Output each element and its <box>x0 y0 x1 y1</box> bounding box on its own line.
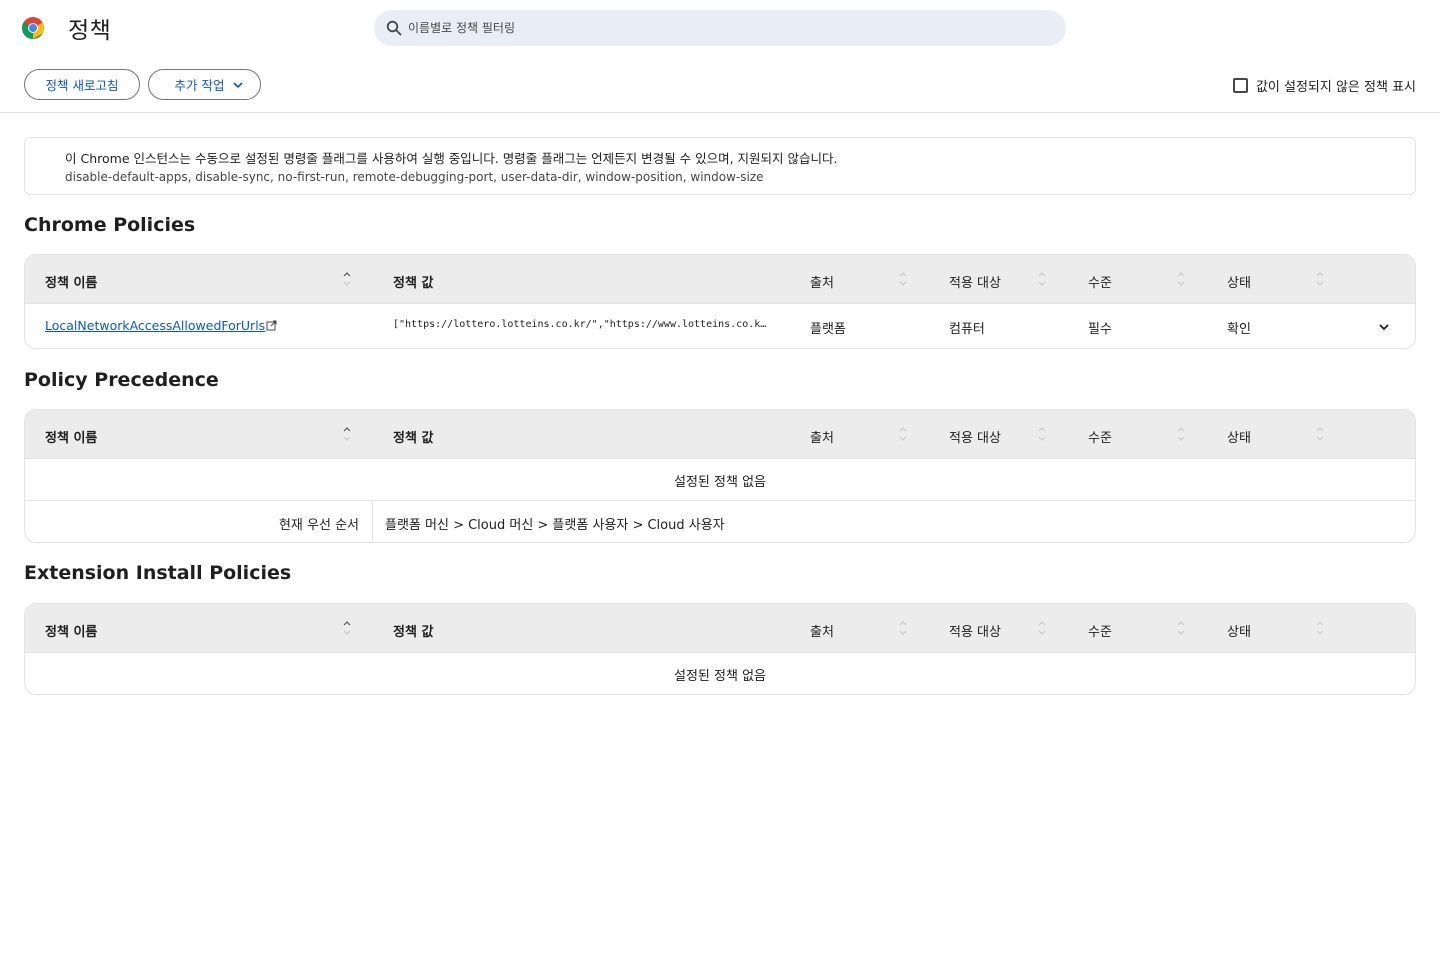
column-header-value: 정책 값 <box>393 625 434 640</box>
policy-value-cell: ["https://lottero.lotteins.co.kr/","http… <box>393 319 771 330</box>
empty-row: 설정된 정책 없음 <box>25 459 1415 500</box>
policy-name-cell: LocalNetworkAccessAllowedForUrls <box>45 318 277 334</box>
policy-precedence-table: 정책 이름 정책 값 출처 적용 대상 수준 상태 설정된 정책 없음 현재 우… <box>24 409 1416 543</box>
show-unset-label: 값이 설정되지 않은 정책 표시 <box>1255 79 1416 95</box>
precedence-value: 플랫폼 머신 > Cloud 머신 > 플랫폼 사용자 > Cloud 사용자 <box>385 518 725 533</box>
policy-precedence-title: Policy Precedence <box>24 369 219 391</box>
no-policies-text: 설정된 정책 없음 <box>674 475 766 490</box>
extension-install-policies-title: Extension Install Policies <box>24 562 292 584</box>
column-header-status[interactable]: 상태 <box>1227 621 1251 640</box>
sort-icon[interactable] <box>1038 270 1046 288</box>
policy-source-cell: 플랫폼 <box>810 322 846 337</box>
policy-status-cell: 확인 <box>1227 322 1251 337</box>
reload-policies-label: 정책 새로고침 <box>45 78 119 93</box>
table-header: 정책 이름 정책 값 출처 적용 대상 수준 상태 <box>25 604 1415 653</box>
sort-icon[interactable] <box>343 425 351 443</box>
sort-icon[interactable] <box>899 619 907 637</box>
sort-icon[interactable] <box>1177 619 1185 637</box>
column-header-name[interactable]: 정책 이름 <box>45 621 97 640</box>
sort-icon[interactable] <box>1038 425 1046 443</box>
sort-icon[interactable] <box>1316 619 1324 637</box>
table-header: 정책 이름 정책 값 출처 적용 대상 수준 상태 <box>25 255 1415 304</box>
reload-policies-button[interactable]: 정책 새로고침 <box>24 69 140 100</box>
chevron-down-icon <box>233 82 243 89</box>
show-unset-checkbox[interactable] <box>1232 77 1248 93</box>
chrome-policies-title: Chrome Policies <box>24 214 196 236</box>
sort-icon[interactable] <box>343 619 351 637</box>
search-input[interactable] <box>408 10 1048 46</box>
sort-icon[interactable] <box>899 270 907 288</box>
sort-icon[interactable] <box>1316 425 1324 443</box>
show-unset-toggle[interactable]: 값이 설정되지 않은 정책 표시 <box>1232 76 1416 95</box>
sort-icon[interactable] <box>1177 425 1185 443</box>
column-header-level[interactable]: 수준 <box>1088 621 1112 640</box>
empty-row: 설정된 정책 없음 <box>25 653 1415 694</box>
chrome-policies-table: 정책 이름 정책 값 출처 적용 대상 수준 상태 LocalNetworkAc… <box>24 254 1416 349</box>
column-header-name[interactable]: 정책 이름 <box>45 427 97 446</box>
header: 정책 <box>0 0 1440 56</box>
notice-flags: disable-default-apps, disable-sync, no-f… <box>65 170 764 184</box>
policy-scope-cell: 컴퓨터 <box>949 322 985 337</box>
column-header-source[interactable]: 출처 <box>810 621 834 640</box>
page-title: 정책 <box>68 18 112 44</box>
column-header-level[interactable]: 수준 <box>1088 272 1112 291</box>
search-icon <box>386 20 402 36</box>
sort-icon[interactable] <box>1038 619 1046 637</box>
column-header-scope[interactable]: 적용 대상 <box>949 427 1001 446</box>
chrome-logo <box>21 17 45 39</box>
table-row: LocalNetworkAccessAllowedForUrls ["https… <box>25 304 1415 348</box>
extension-install-policies-table: 정책 이름 정책 값 출처 적용 대상 수준 상태 설정된 정책 없음 <box>24 603 1416 695</box>
expand-icon[interactable] <box>1377 320 1391 334</box>
sort-icon[interactable] <box>343 270 351 288</box>
notice-message: 이 Chrome 인스턴스는 수동으로 설정된 명령줄 플래그를 사용하여 실행… <box>65 151 838 166</box>
column-header-scope[interactable]: 적용 대상 <box>949 272 1001 291</box>
column-header-scope[interactable]: 적용 대상 <box>949 621 1001 640</box>
command-line-flags-notice: 이 Chrome 인스턴스는 수동으로 설정된 명령줄 플래그를 사용하여 실행… <box>24 137 1416 195</box>
column-header-value: 정책 값 <box>393 431 434 446</box>
column-header-source[interactable]: 출처 <box>810 427 834 446</box>
more-actions-button[interactable]: 추가 작업 <box>148 69 261 100</box>
column-header-value: 정책 값 <box>393 276 434 291</box>
sort-icon[interactable] <box>1316 270 1324 288</box>
column-header-name[interactable]: 정책 이름 <box>45 272 97 291</box>
toolbar: 정책 새로고침 추가 작업 값이 설정되지 않은 정책 표시 <box>0 56 1440 113</box>
precedence-row: 현재 우선 순서 플랫폼 머신 > Cloud 머신 > 플랫폼 사용자 > C… <box>25 500 1415 542</box>
no-policies-text: 설정된 정책 없음 <box>674 669 766 684</box>
column-header-source[interactable]: 출처 <box>810 272 834 291</box>
external-link-icon <box>266 320 277 331</box>
column-header-status[interactable]: 상태 <box>1227 272 1251 291</box>
search-box[interactable] <box>374 10 1066 46</box>
more-actions-label: 추가 작업 <box>174 78 225 93</box>
column-divider <box>372 501 373 542</box>
table-header: 정책 이름 정책 값 출처 적용 대상 수준 상태 <box>25 410 1415 459</box>
sort-icon[interactable] <box>1177 270 1185 288</box>
policy-level-cell: 필수 <box>1088 322 1112 337</box>
policy-name-link[interactable]: LocalNetworkAccessAllowedForUrls <box>45 318 265 333</box>
sort-icon[interactable] <box>899 425 907 443</box>
column-header-level[interactable]: 수준 <box>1088 427 1112 446</box>
precedence-label: 현재 우선 순서 <box>278 518 359 533</box>
column-header-status[interactable]: 상태 <box>1227 427 1251 446</box>
